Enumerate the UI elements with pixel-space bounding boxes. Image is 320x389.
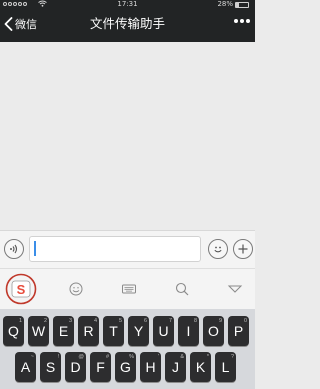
smiley-icon[interactable] (68, 281, 84, 297)
key-label: A (20, 359, 31, 375)
key-s[interactable]: S! (40, 352, 61, 382)
key-label: G (120, 359, 131, 375)
collapse-arrow-icon[interactable] (227, 281, 243, 297)
key-sublabel: ' (157, 354, 159, 360)
key-sublabel: 7 (168, 318, 172, 324)
key-label: I (186, 323, 191, 339)
key-label: Y (133, 323, 144, 339)
emoji-button[interactable] (208, 239, 228, 259)
key-f[interactable]: F # (90, 352, 111, 382)
key-sublabel: & (180, 354, 184, 360)
keyboard: Q1W2E3R4T5Y6U7I8O9P0 A ~ S! D @ F # G% H ' J & K * L? (0, 309, 255, 389)
key-sublabel: 9 (218, 318, 222, 324)
key-label: F (96, 359, 105, 375)
message-input[interactable] (29, 236, 201, 262)
key-label: S (45, 359, 56, 375)
keyboard-icon[interactable] (121, 281, 137, 297)
key-sublabel: * (206, 354, 209, 360)
key-label: Q (8, 323, 19, 339)
more-dots-icon[interactable] (234, 19, 250, 23)
key-sublabel: 2 (43, 318, 47, 324)
key-sublabel: ? (230, 354, 234, 360)
key-y[interactable]: Y6 (128, 316, 149, 346)
key-o[interactable]: O9 (203, 316, 224, 346)
emoji-icon (214, 246, 222, 253)
key-sublabel: 6 (143, 318, 147, 324)
key-r[interactable]: R4 (78, 316, 99, 346)
sogou-logo-icon[interactable]: S (5, 273, 37, 305)
status-bar: 17:31 28% (0, 0, 255, 9)
chat-input-bar (0, 230, 255, 268)
key-label: R (83, 323, 94, 339)
key-sublabel: 8 (193, 318, 197, 324)
key-h[interactable]: H ' (140, 352, 161, 382)
key-label: K (195, 359, 206, 375)
key-w[interactable]: W2 (28, 316, 49, 346)
key-u[interactable]: U7 (153, 316, 174, 346)
key-g[interactable]: G% (115, 352, 136, 382)
voice-button[interactable] (4, 239, 24, 259)
search-icon[interactable] (174, 281, 190, 297)
page-title: 文件传输助手 (89, 16, 165, 31)
key-label: T (109, 323, 118, 339)
key-label: U (158, 323, 169, 339)
key-label: W (31, 323, 46, 339)
battery-percent: 28% (217, 0, 233, 8)
key-sublabel: @ (78, 354, 84, 360)
key-sublabel: 5 (118, 318, 122, 324)
key-l[interactable]: L? (215, 352, 236, 382)
key-label: L (221, 359, 230, 375)
chat-message-area[interactable] (0, 42, 255, 230)
key-sublabel: ~ (30, 354, 34, 360)
plus-icon (238, 244, 248, 254)
key-i[interactable]: I8 (178, 316, 199, 346)
key-d[interactable]: D @ (65, 352, 86, 382)
key-label: P (233, 323, 244, 339)
nav-bar: 微信 文件传输助手 (0, 9, 255, 42)
key-label: D (70, 359, 81, 375)
key-p[interactable]: P0 (228, 316, 249, 346)
key-label: J (172, 359, 179, 375)
key-a[interactable]: A ~ (15, 352, 36, 382)
sogou-logo-letter: S (17, 282, 26, 297)
key-sublabel: % (129, 354, 134, 360)
key-sublabel: 4 (93, 318, 97, 324)
key-sublabel: 0 (243, 318, 247, 324)
plus-button[interactable] (233, 239, 253, 259)
key-sublabel: 3 (68, 318, 72, 324)
key-t[interactable]: T5 (103, 316, 124, 346)
key-j[interactable]: J & (165, 352, 186, 382)
top-bar: 17:31 28% 微信 文件传输助手 (0, 0, 255, 42)
key-q[interactable]: Q1 (3, 316, 24, 346)
key-sublabel: # (105, 354, 109, 360)
key-label: O (208, 323, 219, 339)
keyboard-toolbar: S (0, 268, 255, 309)
text-cursor (34, 241, 36, 256)
battery-icon (235, 2, 249, 8)
key-sublabel: 1 (18, 318, 22, 324)
key-label: H (145, 359, 156, 375)
voice-icon (10, 244, 18, 254)
key-k[interactable]: K * (190, 352, 211, 382)
key-sublabel: ! (57, 354, 59, 360)
key-e[interactable]: E3 (53, 316, 74, 346)
key-label: E (58, 323, 69, 339)
